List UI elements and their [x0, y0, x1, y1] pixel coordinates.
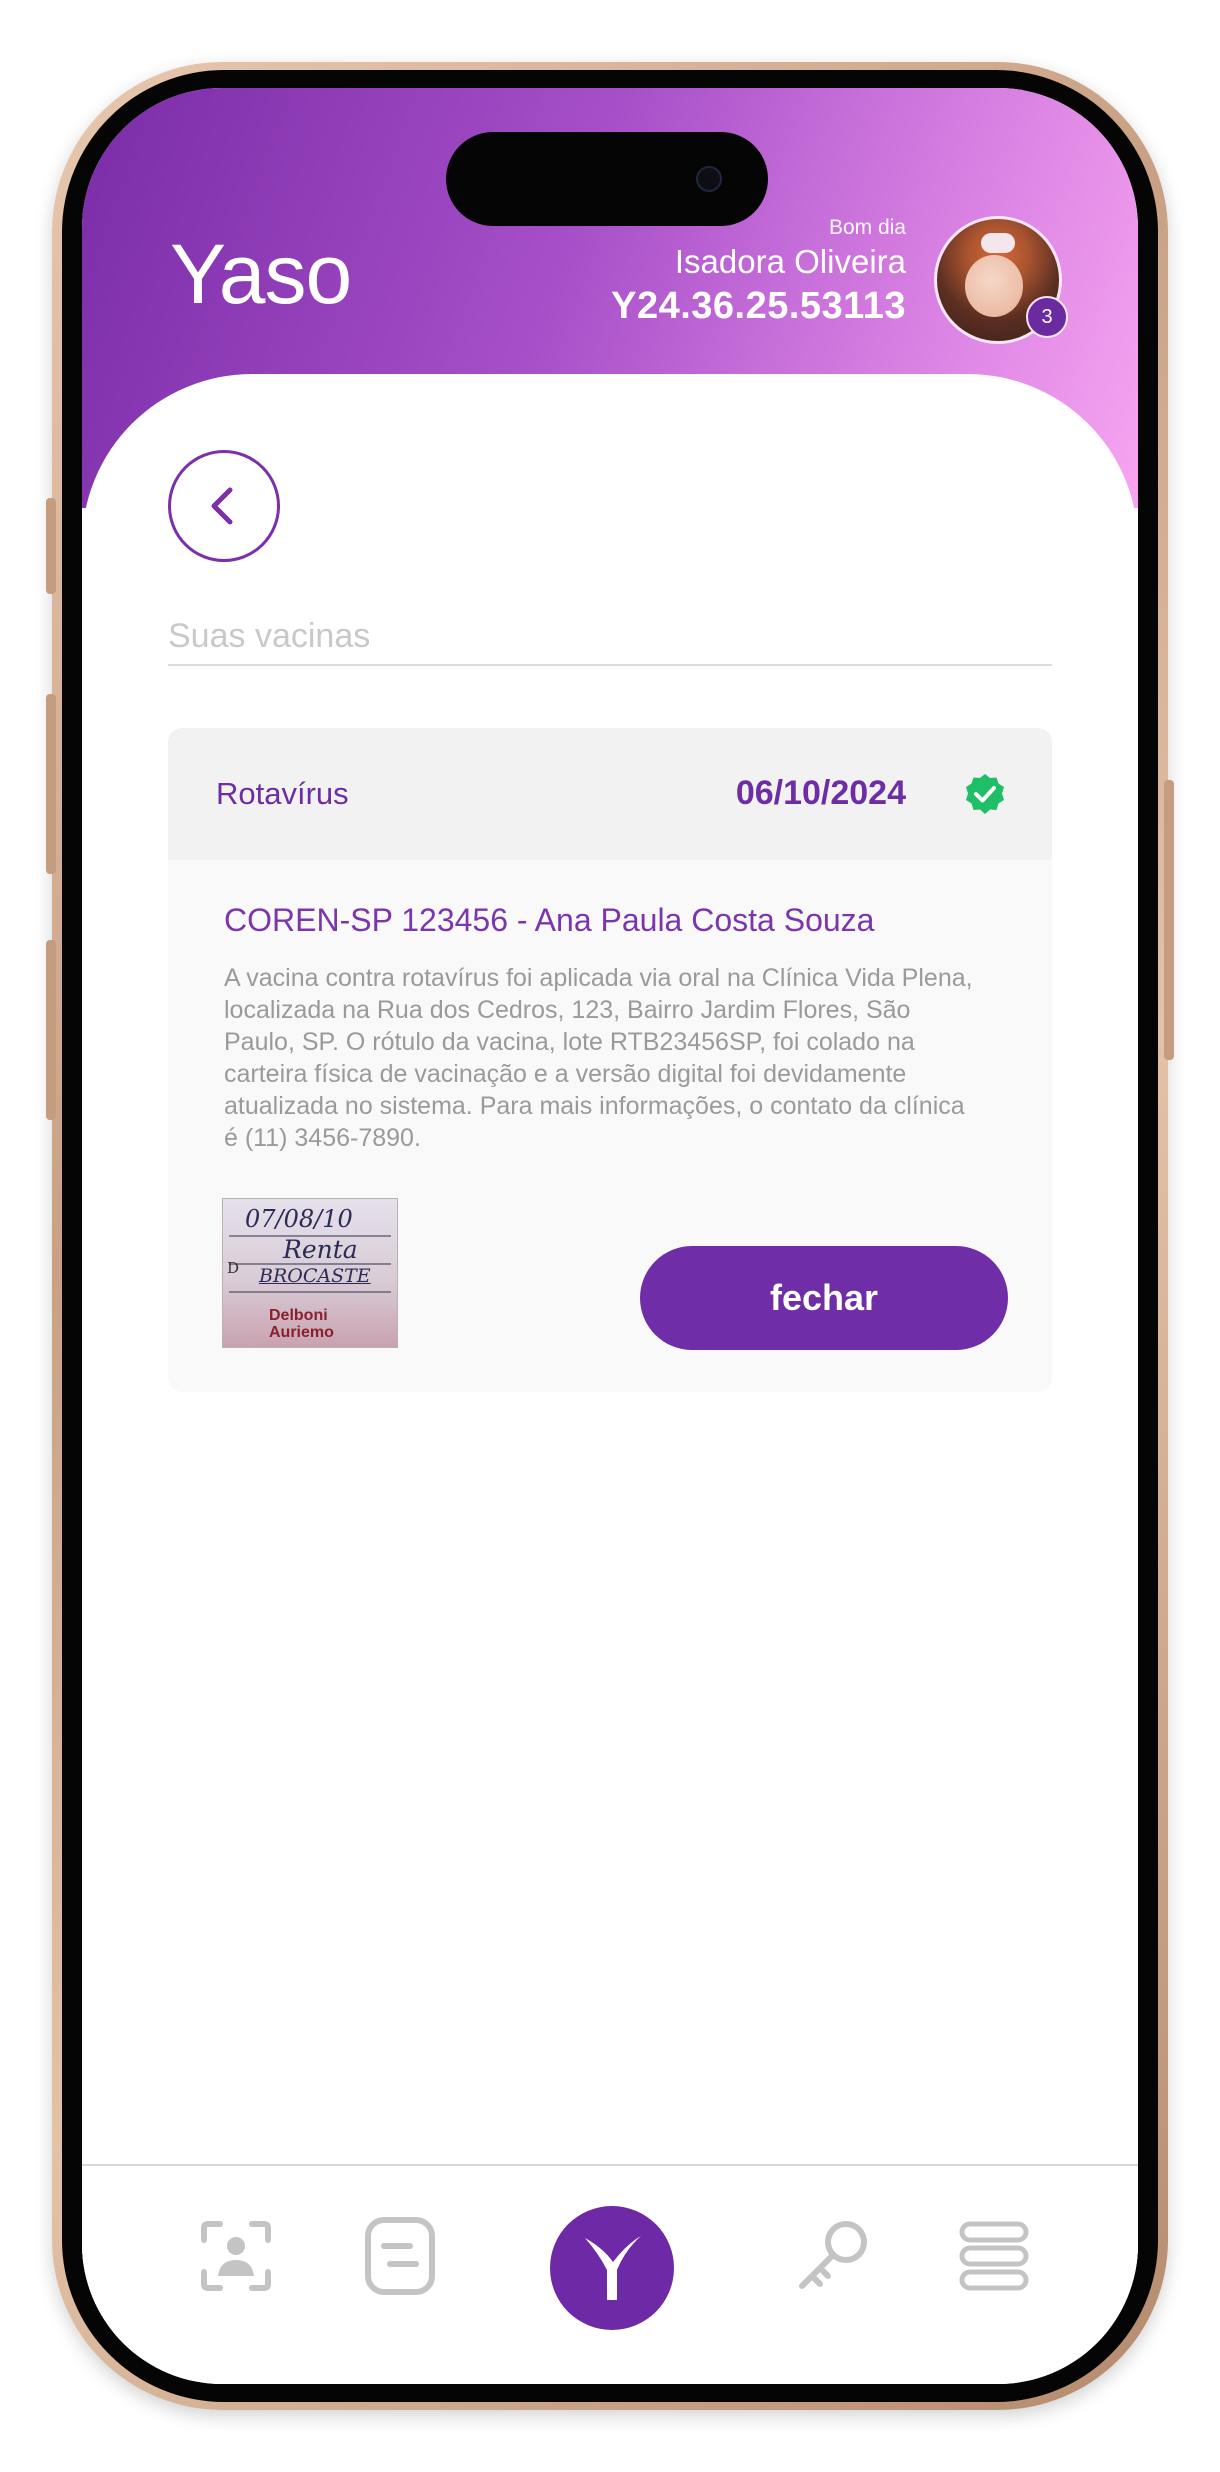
- label-row-prefix: D: [227, 1259, 240, 1277]
- vaccine-card: Rotavírus 06/10/2024 COREN-SP 123456 - A…: [168, 728, 1052, 1392]
- nav-face-scan[interactable]: [194, 2214, 278, 2298]
- notification-badge[interactable]: 3: [1026, 296, 1068, 338]
- document-icon: [365, 2217, 435, 2295]
- avatar-bow: [981, 233, 1015, 253]
- nav-menu[interactable]: [952, 2214, 1036, 2298]
- back-button[interactable]: [168, 450, 280, 562]
- label-handwritten-date: 07/08/10: [245, 1205, 353, 1233]
- label-stamp-line1: Delboni: [269, 1307, 328, 1324]
- vaccine-description: A vacina contra rotavírus foi aplicada v…: [224, 964, 973, 1152]
- face-scan-icon: [201, 2221, 271, 2291]
- nav-home[interactable]: [550, 2206, 674, 2330]
- chevron-left-icon: [211, 487, 233, 525]
- phone-screen: Yaso Bom dia Isadora Oliveira Y24.36.25.…: [82, 88, 1138, 2384]
- greeting-text: Bom dia: [828, 216, 906, 239]
- dynamic-island: [446, 132, 768, 226]
- vaccine-date: 06/10/2024: [735, 774, 906, 812]
- front-camera: [696, 166, 722, 192]
- label-stamp: Delboni Auriemo: [269, 1307, 334, 1341]
- side-button-volume-up: [46, 694, 56, 874]
- label-handwritten-name: Renta: [283, 1235, 358, 1264]
- avatar-face: [965, 255, 1023, 317]
- key-icon: [799, 2221, 867, 2289]
- close-button[interactable]: fechar: [640, 1246, 1008, 1350]
- vaccine-card-header[interactable]: Rotavírus 06/10/2024: [168, 728, 1052, 860]
- bottom-navigation: [82, 2166, 1138, 2384]
- vaccine-label-photo[interactable]: D 07/08/10 Renta BROCASTE Delboni Auriem…: [222, 1198, 398, 1348]
- yaso-home-icon: [585, 2236, 641, 2300]
- professional-registration: COREN-SP 123456 - Ana Paula Costa Souza: [224, 902, 875, 938]
- side-button-power: [1164, 780, 1174, 1060]
- label-handwritten-lot: BROCASTE: [259, 1265, 371, 1287]
- yaso-logo: Yaso: [170, 226, 352, 321]
- side-button-silent: [46, 498, 56, 594]
- nav-access[interactable]: [790, 2214, 874, 2298]
- user-name: Isadora Oliveira: [674, 243, 906, 280]
- label-rule: [229, 1291, 391, 1293]
- menu-icon: [959, 2221, 1029, 2291]
- label-stamp-line2: Auriemo: [269, 1324, 334, 1341]
- verified-check-icon: [966, 774, 1004, 814]
- vaccine-search-input[interactable]: [168, 608, 1052, 666]
- user-id: Y24.36.25.53113: [611, 285, 906, 327]
- nav-documents[interactable]: [358, 2214, 442, 2298]
- side-button-volume-down: [46, 940, 56, 1120]
- vaccine-name: Rotavírus: [216, 776, 349, 811]
